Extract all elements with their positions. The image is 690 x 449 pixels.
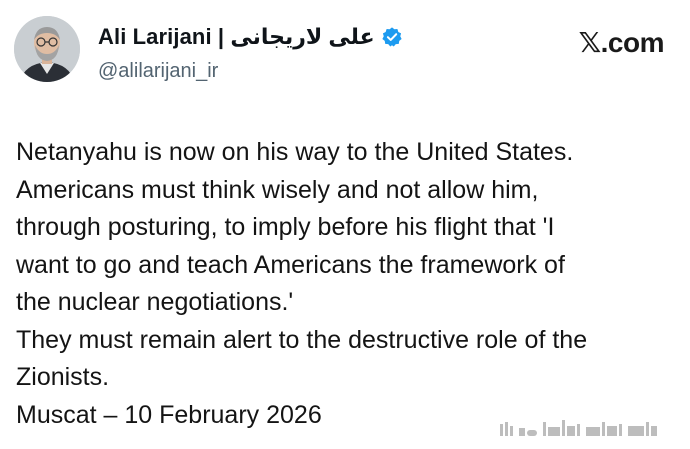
- author-display-name[interactable]: Ali Larijani | علی لاریجانی: [98, 24, 375, 50]
- tweet-text-line: Zionists.: [16, 363, 110, 391]
- author-handle[interactable]: @alilarijani_ir: [98, 60, 218, 83]
- tweet-text-line: the nuclear negotiations.': [16, 288, 294, 316]
- tweet-text-line: through posturing, to imply before his f…: [16, 213, 555, 241]
- tweet-text-line: Netanyahu is now on his way to the Unite…: [16, 138, 574, 166]
- author-name-row: Ali Larijani | علی لاریجانی: [98, 24, 403, 50]
- avatar[interactable]: [14, 16, 80, 82]
- tweet-text: Netanyahu is now on his way to the Unite…: [16, 134, 681, 434]
- tweet-text-line: Americans must think wisely and not allo…: [16, 175, 539, 204]
- tweet-card: Ali Larijani | علی لاریجانی @alilarijani…: [0, 0, 690, 449]
- watermark: [500, 418, 670, 436]
- tweet-text-line: They must remain alert to the destructiv…: [16, 325, 588, 354]
- avatar-image: [14, 16, 80, 82]
- tweet-text-line: want to go and teach Americans the frame…: [16, 250, 565, 279]
- x-brand-logo: 𝕏.com: [578, 27, 665, 58]
- verified-badge-icon: [381, 26, 403, 48]
